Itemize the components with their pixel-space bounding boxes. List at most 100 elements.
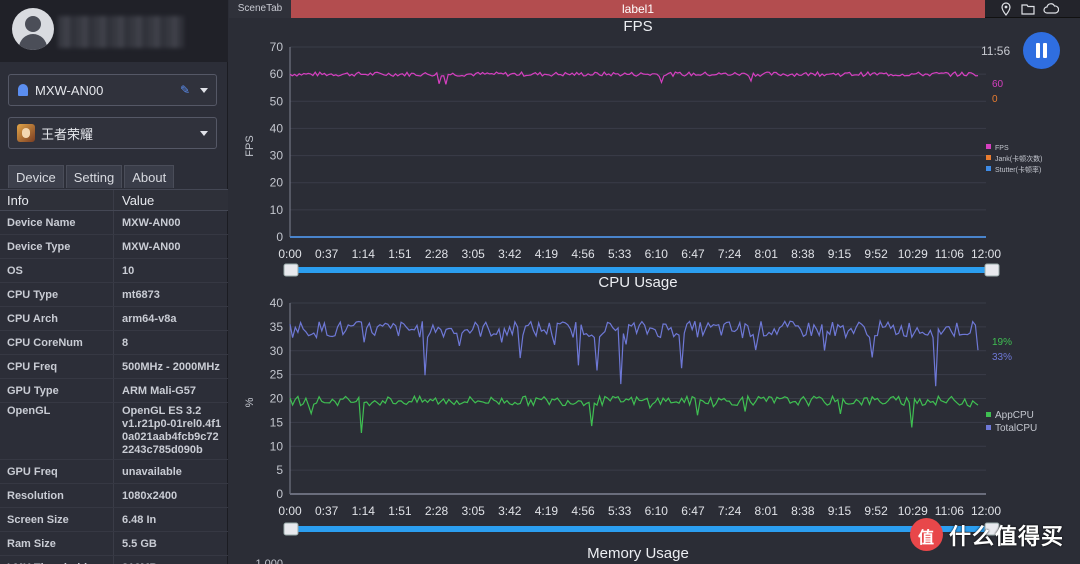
y-tick-label: 20 (270, 176, 284, 190)
y-axis-label: % (244, 397, 256, 407)
y-axis-label: FPS (244, 135, 256, 156)
x-tick-label: 7:24 (718, 504, 742, 518)
y-tick-label: 70 (270, 40, 284, 54)
x-tick-label: 8:01 (755, 247, 779, 261)
row-value: OpenGL ES 3.2 v1.r21p0-01rel0.4f1 0a021aab… (114, 403, 228, 459)
x-tick-label: 6:10 (645, 247, 669, 261)
session-label[interactable]: label1 (291, 0, 985, 18)
avatar[interactable] (12, 8, 54, 50)
timeline-scrollbar (294, 526, 997, 532)
legend-swatch (986, 144, 991, 149)
x-tick-label: 2:28 (425, 247, 449, 261)
x-tick-label: 4:56 (571, 247, 595, 261)
watermark: 什么值得买 (910, 518, 1064, 551)
series-appcpu-line (289, 394, 979, 434)
row-label: OpenGL (0, 403, 114, 459)
x-tick-label: 10:29 (898, 247, 928, 261)
y-tick-label: 30 (270, 344, 284, 358)
opengl-line: OpenGL ES 3.2 (122, 405, 202, 417)
timeline-scrollbar (294, 267, 997, 273)
x-tick-label: 2:28 (425, 504, 449, 518)
chart-title: Memory Usage (587, 545, 689, 562)
profile-header (0, 0, 228, 62)
x-tick-label: 11:06 (935, 504, 964, 518)
charts-svg: 0102030405060700:00 0:37 1:14 1:51 2:28 3:05 3… (244, 18, 1042, 564)
row-value: mt6873 (122, 289, 160, 301)
row-value: 8 (122, 337, 129, 349)
y-tick-label: 5 (276, 463, 283, 477)
app-select-value: 王者荣耀 (41, 126, 94, 142)
x-tick-label: 8:01 (755, 504, 779, 518)
x-tick-label: 5:33 (608, 504, 632, 518)
totalcpu-current-value: 33% (992, 352, 1012, 363)
row-value: 10 (122, 265, 135, 277)
y-tick-label: 40 (270, 296, 284, 310)
device-select[interactable]: MXW-AN00 ✎ (8, 74, 217, 106)
row-label: GPU Freq (0, 460, 114, 483)
table-row: Screen Size 6.48 In (0, 508, 228, 532)
table-row: CPU CoreNum 8 (0, 331, 228, 355)
y-tick-label: 10 (270, 439, 284, 453)
y-tick-label: 20 (270, 392, 284, 406)
row-value: 6.48 In (122, 514, 157, 526)
x-tick-label: 9:52 (864, 504, 888, 518)
x-tick-label: 3:05 (461, 504, 485, 518)
chevron-down-icon (200, 88, 208, 93)
folder-icon[interactable] (1021, 2, 1035, 16)
table-row: OpenGL OpenGL ES 3.2 v1.r21p0-01rel0.4f1 0a… (0, 403, 228, 460)
x-tick-label: 6:47 (681, 504, 705, 518)
row-value: 1080x2400 (122, 490, 178, 502)
x-tick-label: 1:14 (352, 247, 376, 261)
sidebar-tabs: Device Setting About (8, 165, 175, 188)
y-tick-label: 1,000 (255, 558, 283, 564)
legend-label: FPS (995, 145, 1009, 152)
row-label: Device Type (0, 235, 114, 258)
scroll-handle-right[interactable] (984, 263, 1000, 277)
x-tick-label: 12:00 (971, 247, 1001, 261)
tab-setting[interactable]: Setting (65, 165, 123, 188)
device-info-table: Info Value Device Name MXW-AN00 Device Typ… (0, 189, 228, 564)
x-tick-label: 5:33 (608, 247, 632, 261)
app-select[interactable]: 王者荣耀 (8, 117, 217, 149)
chevron-down-icon (200, 131, 208, 136)
location-icon[interactable] (999, 2, 1013, 16)
table-row: CPU Arch arm64-v8a (0, 307, 228, 331)
row-label: GPU Type (0, 379, 114, 402)
opengl-line: 2243c785d090b (122, 444, 203, 456)
tab-device[interactable]: Device (8, 165, 64, 188)
legend-swatch (986, 412, 991, 417)
sidebar: MXW-AN00 ✎ 王者荣耀 Device Setting About Inf… (0, 0, 228, 564)
y-tick-label: 0 (276, 230, 283, 244)
tab-about[interactable]: About (124, 165, 175, 188)
row-label: CPU Freq (0, 355, 114, 378)
legend-label: AppCPU (995, 410, 1034, 421)
watermark-logo (910, 518, 943, 551)
y-tick-label: 60 (270, 67, 284, 81)
fps-current-value: 60 (992, 79, 1004, 90)
x-tick-label: 0:37 (315, 504, 339, 518)
x-tick-label: 4:56 (571, 504, 595, 518)
y-tick-label: 25 (270, 368, 284, 382)
legend-swatch (986, 166, 991, 171)
y-tick-label: 40 (270, 121, 284, 135)
legend-swatch (986, 155, 991, 160)
x-tick-label: 12:00 (971, 504, 1001, 518)
x-tick-label: 1:14 (352, 504, 376, 518)
row-value: 500MHz - 2000MHz (122, 361, 220, 373)
row-label: Ram Size (0, 532, 114, 555)
y-tick-label: 0 (276, 487, 283, 501)
x-tick-label: 6:47 (681, 247, 705, 261)
row-label: LMK Threshold (0, 556, 114, 564)
x-tick-label: 3:42 (498, 247, 522, 261)
table-row: GPU Type ARM Mali-G57 (0, 379, 228, 403)
pause-button[interactable] (1023, 32, 1060, 69)
charts-area: 0 10 20 30 40 50 60 70 0:00 0:37 1:14 1:51 2:28 3:05 3… (229, 18, 1080, 564)
device-select-value: MXW-AN00 (35, 82, 104, 98)
table-row: Device Type MXW-AN00 (0, 235, 228, 259)
row-value: 5.5 GB (122, 538, 157, 550)
x-tick-label: 11:06 (935, 247, 964, 261)
cloud-icon[interactable] (1043, 2, 1059, 16)
edit-icon[interactable]: ✎ (180, 84, 192, 96)
scene-tab[interactable]: SceneTab (229, 0, 291, 18)
x-tick-label: 0:37 (315, 247, 339, 261)
